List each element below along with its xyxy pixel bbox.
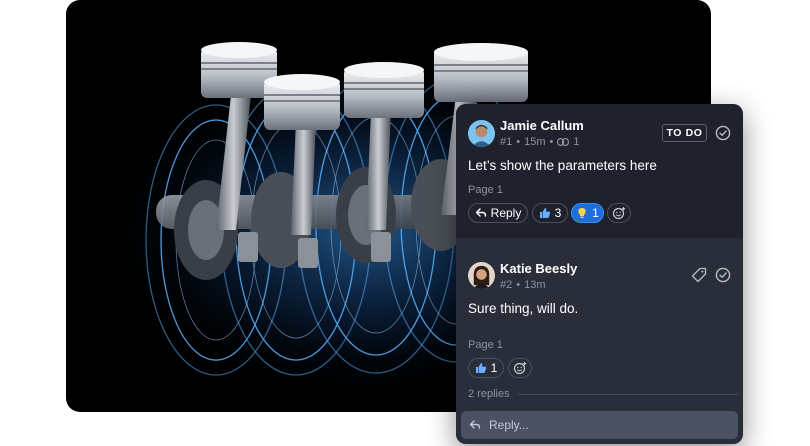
- resolve-check-button[interactable]: [714, 124, 732, 142]
- add-emoji-icon: [612, 207, 626, 220]
- reaction-count: 1: [490, 361, 498, 375]
- page-reference[interactable]: Page 1: [468, 184, 503, 196]
- comment-meta: #2 • 13m: [500, 279, 546, 291]
- reaction-count: 1: [592, 206, 599, 220]
- link-icon: [557, 138, 570, 146]
- check-circle-icon: [715, 267, 731, 283]
- comment-meta: #1 • 15m • 1: [500, 136, 580, 148]
- lightbulb-icon: [578, 208, 586, 218]
- tag-button[interactable]: [690, 266, 708, 284]
- comment-number: #2: [500, 279, 513, 291]
- add-reaction-button[interactable]: [607, 203, 631, 223]
- add-reaction-button[interactable]: [508, 358, 532, 378]
- tag-icon: [691, 267, 707, 283]
- reply-input-placeholder: Reply...: [489, 418, 529, 432]
- resolve-check-button[interactable]: [714, 266, 732, 284]
- reaction-lightbulb[interactable]: 1: [571, 203, 604, 223]
- thumbs-up-icon: [475, 363, 486, 373]
- replies-toggle[interactable]: 2 replies: [468, 388, 738, 400]
- link-count: 1: [573, 136, 580, 148]
- avatar-jamie-callum: [468, 120, 495, 147]
- divider: [517, 393, 738, 395]
- comment-number: #1: [500, 136, 513, 148]
- comment-time: 15m: [524, 136, 546, 148]
- reply-button[interactable]: Reply: [468, 203, 528, 223]
- comment-time: 13m: [524, 279, 546, 291]
- reaction-thumbs-up[interactable]: 1: [468, 358, 504, 378]
- check-circle-icon: [715, 125, 731, 141]
- status-badge-todo[interactable]: TO DO: [662, 124, 707, 142]
- comment-body: Sure thing, will do.: [468, 301, 579, 316]
- reply-input[interactable]: Reply...: [461, 411, 738, 439]
- comment-author: Katie Beesly: [500, 261, 578, 276]
- comment-author: Jamie Callum: [500, 118, 584, 133]
- comment-body: Let’s show the parameters here: [468, 158, 657, 173]
- reply-button-label: Reply: [490, 206, 522, 220]
- reply-arrow-icon: [469, 420, 481, 429]
- thumbs-up-icon: [539, 208, 550, 218]
- reaction-count: 3: [554, 206, 562, 220]
- comments-panel: Jamie Callum #1 • 15m • 1 TO DO Let’s sh…: [456, 104, 743, 444]
- reaction-thumbs-up[interactable]: 3: [532, 203, 568, 223]
- add-emoji-icon: [513, 362, 527, 375]
- replies-count-label: 2 replies: [468, 388, 510, 400]
- avatar-katie-beesly: [468, 262, 495, 289]
- comment-thread-1[interactable]: Jamie Callum #1 • 15m • 1 TO DO Let’s sh…: [456, 104, 743, 238]
- reply-arrow-icon: [475, 208, 486, 217]
- page-reference[interactable]: Page 1: [468, 339, 503, 351]
